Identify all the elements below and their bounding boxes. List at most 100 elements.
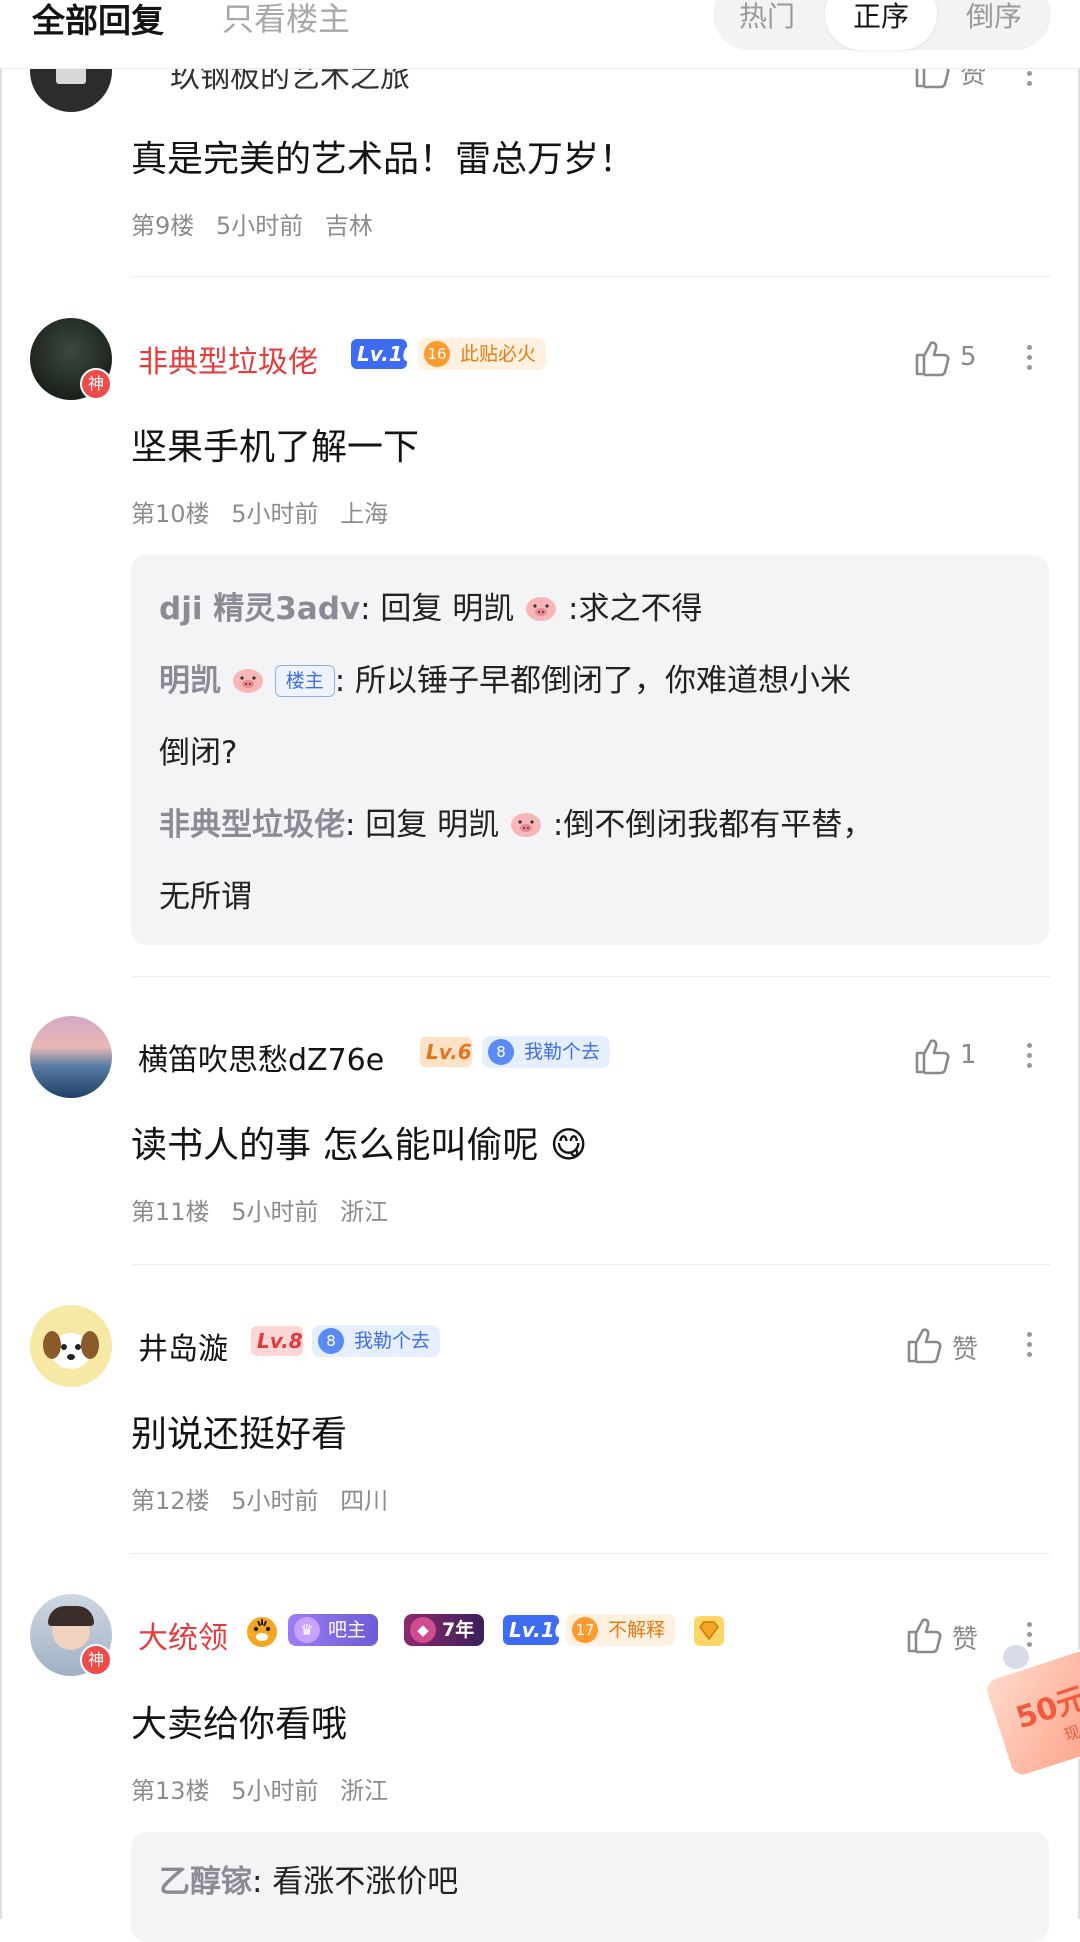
badge-title: 我勒个去: [354, 1330, 431, 1352]
post-time: 5小时前: [231, 1777, 319, 1805]
tab-op-only[interactable]: 只看楼主: [222, 0, 350, 40]
username[interactable]: 横笛吹思愁dZ76e: [138, 1035, 384, 1079]
fan-badge: 17 不解释: [566, 1614, 676, 1646]
like-count: 赞: [952, 1625, 979, 1655]
floor-number: 第10楼: [131, 500, 210, 528]
reply-text: : 看涨不涨价吧: [252, 1864, 459, 1900]
pig-emoji-icon: [526, 597, 557, 621]
post-location: 浙江: [340, 1198, 389, 1226]
pig-emoji-icon: [232, 669, 263, 693]
post-location: 吉林: [324, 212, 373, 240]
sub-reply: 明凯 楼主: 所以锤子早都倒闭了，你难道想小米: [159, 655, 851, 700]
thumbs-up-icon: [915, 341, 950, 377]
post-meta: 第11楼 5小时前 浙江: [131, 1192, 402, 1227]
thumbs-up-icon: [915, 1039, 950, 1075]
floor-number: 第12楼: [131, 1487, 210, 1515]
sort-ascending-button[interactable]: 正序: [825, 0, 937, 50]
floor-number: 第13楼: [131, 1777, 210, 1805]
fan-badge: 8 我勒个去: [312, 1325, 441, 1357]
left-frame-border: [0, 0, 2, 1919]
badge-level: 16: [424, 341, 450, 367]
avatar[interactable]: [30, 1305, 112, 1387]
more-options-icon[interactable]: [1024, 340, 1034, 384]
post-content: 大卖给你看哦: [131, 1704, 348, 1745]
post-meta: 第13楼 5小时前 浙江: [131, 1771, 402, 1806]
tiger-emoji-icon: [247, 1617, 277, 1647]
post-content: 坚果手机了解一下: [131, 427, 420, 468]
badge-level: 8: [318, 1328, 344, 1354]
god-badge: 神: [80, 1644, 112, 1676]
bar-owner-label: 吧主: [328, 1619, 367, 1641]
reply-text: : 回复 明凯: [345, 807, 500, 843]
badge-title: 我勒个去: [524, 1041, 601, 1063]
post-location: 四川: [340, 1487, 389, 1515]
username[interactable]: 井岛漩: [138, 1324, 228, 1368]
badge-level: 8: [488, 1039, 514, 1065]
post-meta: 第9楼 5小时前 吉林: [131, 206, 387, 241]
bar-owner-badge: ♛ 吧主: [288, 1614, 379, 1646]
sub-replies-box[interactable]: dji 精灵3adv: 回复 明凯 :求之不得 明凯 楼主: 所以锤子早都倒闭了…: [131, 555, 1049, 945]
like-count: 赞: [952, 1335, 979, 1365]
pig-emoji-icon: [511, 813, 542, 837]
post-content: 读书人的事 怎么能叫偷呢 😋: [131, 1125, 588, 1166]
thumbs-up-icon: [907, 1328, 942, 1364]
post-content: 别说还挺好看: [131, 1414, 348, 1455]
like-count: 1: [960, 1040, 977, 1070]
member-years-badge: ◆ 7年: [404, 1614, 485, 1646]
reply-continuation: 无所谓: [159, 879, 252, 915]
divider: [131, 1264, 1050, 1265]
reply-filter-bar: 全部回复 只看楼主 热门 正序 倒序: [0, 0, 1080, 69]
like-button[interactable]: 赞: [904, 1323, 1014, 1367]
reply-author[interactable]: 非典型垃圾佬: [159, 807, 345, 843]
reply-text-tail: :倒不倒闭我都有平替，: [543, 807, 874, 843]
reply-text: : 所以锤子早都倒闭了，你难道想小米: [334, 663, 852, 699]
reply-continuation: 倒闭?: [159, 735, 238, 771]
divider: [131, 1553, 1050, 1554]
avatar[interactable]: [30, 1016, 112, 1098]
sub-replies-box[interactable]: 乙醇镓: 看涨不涨价吧: [131, 1832, 1049, 1942]
sub-reply: dji 精灵3adv: 回复 明凯 :求之不得: [159, 583, 702, 628]
more-options-icon[interactable]: [1024, 1038, 1034, 1082]
post-time: 5小时前: [215, 212, 304, 240]
level-badge: Lv.10: [351, 339, 417, 369]
fan-badge: 8 我勒个去: [482, 1036, 611, 1068]
badge-title: 不解释: [608, 1619, 666, 1641]
mascot-icon: [1003, 1645, 1029, 1669]
more-options-icon[interactable]: [1024, 1327, 1034, 1371]
cash-promo-widget[interactable]: 50元 现金: [981, 1645, 1080, 1781]
gold-diamond-icon: [694, 1616, 724, 1646]
post-time: 5小时前: [231, 500, 319, 528]
sort-descending-button[interactable]: 倒序: [941, 0, 1047, 50]
floor-number: 第11楼: [131, 1198, 210, 1226]
post-meta: 第12楼 5小时前 四川: [131, 1481, 402, 1516]
username[interactable]: 大统领: [138, 1613, 228, 1657]
badge-level: 17: [572, 1617, 598, 1643]
level-badge: Lv.8: [251, 1326, 303, 1356]
level-badge: Lv.10: [503, 1615, 569, 1645]
floor-number: 第9楼: [131, 212, 195, 240]
post-location: 浙江: [340, 1777, 389, 1805]
reply-author[interactable]: 明凯: [159, 663, 221, 699]
sort-toggle: 热门 正序 倒序: [713, 0, 1051, 50]
sub-reply: 乙醇镓: 看涨不涨价吧: [159, 1856, 458, 1901]
diamond-icon: ◆: [410, 1617, 436, 1643]
member-years: 7年: [442, 1619, 475, 1641]
divider: [131, 976, 1050, 977]
reply-author[interactable]: 乙醇镓: [159, 1864, 252, 1900]
like-button[interactable]: 5: [912, 336, 1022, 380]
badge-title: 此贴必火: [460, 343, 537, 365]
reply-text-tail: :求之不得: [558, 591, 703, 627]
reply-text: : 回复 明凯: [360, 591, 515, 627]
op-badge: 楼主: [274, 665, 335, 697]
fan-badge: 16 此贴必火: [418, 338, 547, 370]
username[interactable]: 非典型垃圾佬: [138, 337, 318, 381]
divider: [131, 276, 1050, 277]
post-time: 5小时前: [231, 1198, 319, 1226]
reply-author[interactable]: dji 精灵3adv: [159, 591, 360, 627]
tab-all-replies[interactable]: 全部回复: [32, 0, 164, 42]
god-badge: 神: [80, 368, 112, 400]
dog-avatar-icon: [43, 1331, 99, 1369]
post-time: 5小时前: [231, 1487, 319, 1515]
sort-hot-button[interactable]: 热门: [713, 0, 821, 50]
like-button[interactable]: 1: [912, 1034, 1022, 1078]
